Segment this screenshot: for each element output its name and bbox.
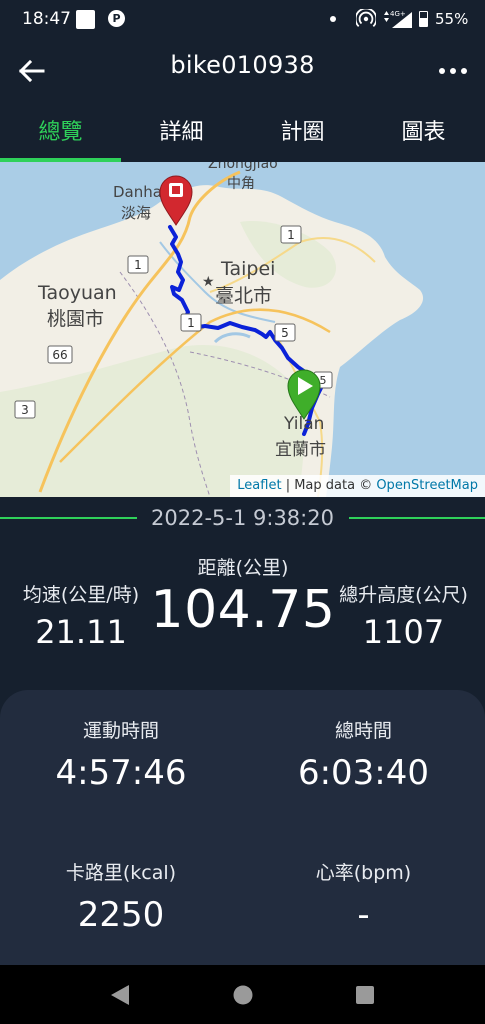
- more-horizontal-icon[interactable]: [436, 56, 470, 86]
- svg-text:1: 1: [287, 228, 295, 242]
- place-label: Taipei: [220, 258, 275, 280]
- distance-value: 104.75: [150, 580, 336, 640]
- road-shield-3: 3: [14, 400, 36, 419]
- stats-panel: 運動時間 4:57:46 總時間 6:03:40 卡路里(kcal) 2250 …: [0, 690, 485, 965]
- leaflet-link[interactable]: Leaflet: [237, 478, 281, 493]
- moving-time-stat: 運動時間 4:57:46: [0, 716, 242, 793]
- app-header: bike010938: [0, 40, 485, 105]
- session-datetime: 2022-5-1 9:38:20: [151, 506, 334, 530]
- calories-label: 卡路里(kcal): [65, 862, 177, 884]
- road-shield-1: 1: [280, 225, 302, 244]
- place-label: 桃園市: [47, 308, 104, 330]
- distance-stat: 距離(公里) 104.75: [143, 553, 343, 640]
- parking-app-icon: P: [108, 10, 125, 27]
- elevation-label: 總升高度(公尺): [339, 584, 468, 606]
- moving-time-label: 運動時間: [82, 720, 159, 742]
- place-label: Danhai: [113, 183, 166, 201]
- status-bar: 18:47 P 4G+ 55%: [0, 0, 485, 40]
- moving-time-value: 4:57:46: [55, 753, 187, 793]
- road-shield-66: 66: [47, 345, 73, 364]
- system-nav-bar: [0, 965, 485, 1024]
- circle-home-icon[interactable]: [232, 984, 254, 1006]
- map-attribution: Leaflet | Map data © OpenStreetMap: [230, 475, 485, 497]
- svg-text:1: 1: [134, 258, 142, 272]
- battery-percent: 55%: [435, 10, 469, 28]
- road-shield-1: 1: [180, 313, 202, 332]
- triangle-back-icon[interactable]: [109, 984, 131, 1006]
- battery-icon: [419, 11, 428, 27]
- hotspot-icon: [356, 9, 376, 27]
- total-time-value: 6:03:40: [297, 753, 430, 793]
- cell-signal-icon: 4G+: [384, 10, 412, 28]
- place-label: 中角: [227, 176, 255, 192]
- road-shield-1: 1: [127, 255, 149, 274]
- place-label: 宜蘭市: [275, 440, 326, 460]
- svg-text:5: 5: [281, 326, 289, 340]
- place-label: 臺北市: [215, 285, 272, 307]
- session-date-row: 2022-5-1 9:38:20: [0, 506, 485, 532]
- square-recents-icon[interactable]: [354, 984, 376, 1006]
- tab-overview[interactable]: 總覽: [0, 105, 121, 162]
- heart-rate-label: 心率(bpm): [315, 862, 412, 884]
- heart-rate-value: -: [357, 895, 370, 935]
- place-label: Zhongjiao: [208, 162, 278, 172]
- svg-text:1: 1: [187, 316, 195, 330]
- svg-text:66: 66: [52, 348, 67, 362]
- distance-label: 距離(公里): [197, 557, 289, 579]
- tab-details[interactable]: 詳細: [121, 105, 242, 162]
- place-label: Taoyuan: [37, 282, 117, 304]
- capital-star-icon: ★: [202, 274, 215, 290]
- svg-text:3: 3: [21, 403, 29, 417]
- tab-laps[interactable]: 計圈: [242, 105, 363, 162]
- total-time-label: 總時間: [334, 720, 392, 742]
- calories-stat: 卡路里(kcal) 2250: [0, 858, 242, 935]
- place-label: 淡海: [121, 204, 151, 222]
- avg-speed-value: 21.11: [35, 613, 127, 651]
- svg-text:5: 5: [320, 374, 327, 387]
- tab-charts[interactable]: 圖表: [363, 105, 484, 162]
- elevation-value: 1107: [362, 613, 445, 651]
- attribution-text: | Map data ©: [281, 478, 377, 493]
- total-time-stat: 總時間 6:03:40: [242, 716, 485, 793]
- avg-speed-label: 均速(公里/時): [22, 584, 140, 606]
- notification-square-icon: [76, 10, 95, 29]
- network-type: 4G+: [390, 10, 406, 18]
- road-shield-5: 5: [274, 323, 296, 342]
- status-time: 18:47: [22, 9, 71, 29]
- elevation-stat: 總升高度(公尺) 1107: [322, 580, 485, 651]
- map-canvas[interactable]: 1 1 66 3 5 1 5 Zhongjiao 中角 Danhai 淡海 Ta…: [0, 162, 485, 497]
- calories-value: 2250: [77, 895, 165, 935]
- activity-title: bike010938: [170, 51, 315, 79]
- openstreetmap-link[interactable]: OpenStreetMap: [376, 478, 478, 493]
- tab-bar: 總覽 詳細 計圈 圖表: [0, 105, 485, 162]
- route-map[interactable]: 1 1 66 3 5 1 5 Zhongjiao 中角 Danhai 淡海 Ta…: [0, 162, 485, 497]
- avg-speed-stat: 均速(公里/時) 21.11: [0, 580, 162, 651]
- heart-rate-stat: 心率(bpm) -: [242, 858, 485, 935]
- notification-dot-icon: [330, 16, 336, 22]
